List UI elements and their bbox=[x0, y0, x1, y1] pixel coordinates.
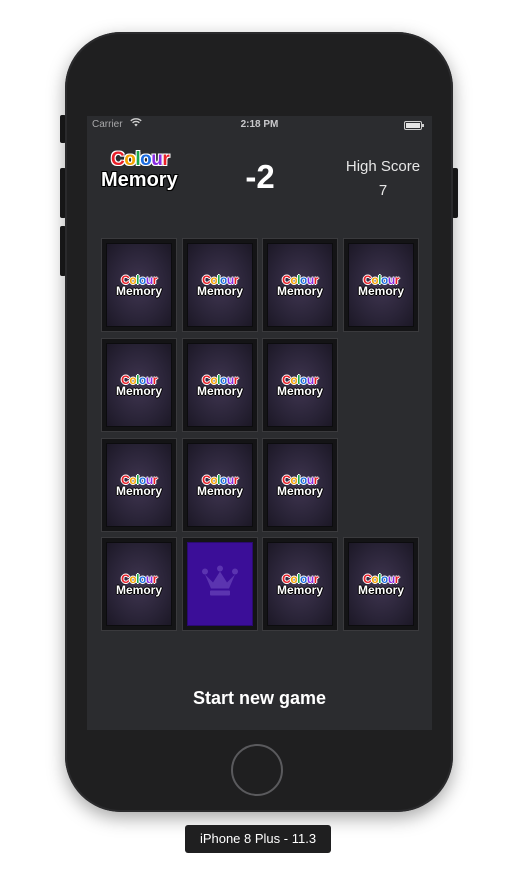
card-face: Colour Memory bbox=[187, 243, 253, 327]
start-new-game-button[interactable]: Start new game bbox=[87, 688, 432, 709]
card-back-logo: Colour Memory bbox=[107, 573, 171, 596]
logo-letter: o bbox=[140, 149, 152, 170]
current-score: -2 bbox=[245, 158, 275, 195]
memory-card[interactable]: Colour Memory bbox=[343, 238, 419, 332]
card-logo-memory: Memory bbox=[276, 583, 323, 597]
memory-card[interactable]: Colour Memory bbox=[101, 438, 177, 532]
card-back-logo: Colour Memory bbox=[349, 274, 413, 297]
card-face: Colour Memory bbox=[106, 243, 172, 327]
device-label: iPhone 8 Plus - 11.3 bbox=[185, 825, 331, 853]
memory-card-revealed[interactable] bbox=[182, 537, 258, 631]
memory-card[interactable]: Colour Memory bbox=[182, 338, 258, 432]
card-back-logo: Colour Memory bbox=[188, 474, 252, 497]
card-back-logo: Colour Memory bbox=[268, 573, 332, 596]
memory-card[interactable]: Colour Memory bbox=[343, 537, 419, 631]
memory-card[interactable]: Colour Memory bbox=[262, 438, 338, 532]
high-score-label: High Score bbox=[345, 158, 421, 175]
memory-card[interactable]: Colour Memory bbox=[101, 537, 177, 631]
card-logo-memory: Memory bbox=[115, 384, 162, 398]
logo-letter: r bbox=[162, 149, 170, 170]
status-time: 2:18 PM bbox=[240, 119, 279, 130]
card-face: Colour Memory bbox=[187, 443, 253, 527]
high-score-value: 7 bbox=[378, 182, 388, 199]
memory-card[interactable]: Colour Memory bbox=[182, 438, 258, 532]
memory-card[interactable]: Colour Memory bbox=[262, 238, 338, 332]
card-face: Colour Memory bbox=[267, 443, 333, 527]
card-back-logo: Colour Memory bbox=[107, 374, 171, 397]
memory-card[interactable]: Colour Memory bbox=[262, 338, 338, 432]
logo-letter: o bbox=[124, 149, 136, 170]
card-back-logo: Colour Memory bbox=[107, 474, 171, 497]
card-face: Colour Memory bbox=[106, 542, 172, 626]
card-face: Colour Memory bbox=[187, 343, 253, 427]
card-back-logo: Colour Memory bbox=[268, 274, 332, 297]
card-logo-memory: Memory bbox=[196, 484, 243, 498]
card-logo-memory: Memory bbox=[196, 284, 243, 298]
logo-letter: u bbox=[151, 149, 163, 170]
card-face: Colour Memory bbox=[267, 542, 333, 626]
home-button[interactable] bbox=[231, 744, 283, 796]
card-face: Colour Memory bbox=[267, 343, 333, 427]
card-face: Colour Memory bbox=[348, 243, 414, 327]
memory-card[interactable]: Colour Memory bbox=[101, 338, 177, 432]
card-logo-memory: Memory bbox=[357, 284, 404, 298]
card-back-logo: Colour Memory bbox=[107, 274, 171, 297]
crown-icon bbox=[201, 565, 239, 604]
card-back-logo: Colour Memory bbox=[188, 274, 252, 297]
colour-memory-logo: Colour Memory bbox=[101, 150, 193, 194]
battery-icon bbox=[404, 121, 424, 130]
card-logo-memory: Memory bbox=[115, 583, 162, 597]
card-face: Colour Memory bbox=[106, 443, 172, 527]
card-logo-memory: Memory bbox=[276, 384, 323, 398]
simulator-stage: Carrier 2:18 PM Colour Memory -2 High Sc… bbox=[0, 0, 518, 894]
card-back-logo: Colour Memory bbox=[188, 374, 252, 397]
memory-card[interactable]: Colour Memory bbox=[262, 537, 338, 631]
card-logo-memory: Memory bbox=[357, 583, 404, 597]
logo-letter: C bbox=[111, 149, 125, 170]
card-logo-memory: Memory bbox=[196, 384, 243, 398]
card-logo-memory: Memory bbox=[276, 484, 323, 498]
card-face: Colour Memory bbox=[348, 542, 414, 626]
logo-line-memory: Memory bbox=[101, 169, 178, 191]
card-face bbox=[187, 542, 253, 626]
card-logo-memory: Memory bbox=[115, 284, 162, 298]
card-back-logo: Colour Memory bbox=[349, 573, 413, 596]
card-face: Colour Memory bbox=[106, 343, 172, 427]
card-face: Colour Memory bbox=[267, 243, 333, 327]
app-screen: Carrier 2:18 PM Colour Memory -2 High Sc… bbox=[87, 116, 432, 730]
card-logo-memory: Memory bbox=[115, 484, 162, 498]
card-back-logo: Colour Memory bbox=[268, 374, 332, 397]
card-logo-memory: Memory bbox=[276, 284, 323, 298]
memory-card[interactable]: Colour Memory bbox=[182, 238, 258, 332]
status-bar: Carrier 2:18 PM bbox=[87, 116, 432, 134]
memory-card[interactable]: Colour Memory bbox=[101, 238, 177, 332]
card-back-logo: Colour Memory bbox=[268, 474, 332, 497]
logo-line-colour: Colour bbox=[111, 149, 170, 170]
